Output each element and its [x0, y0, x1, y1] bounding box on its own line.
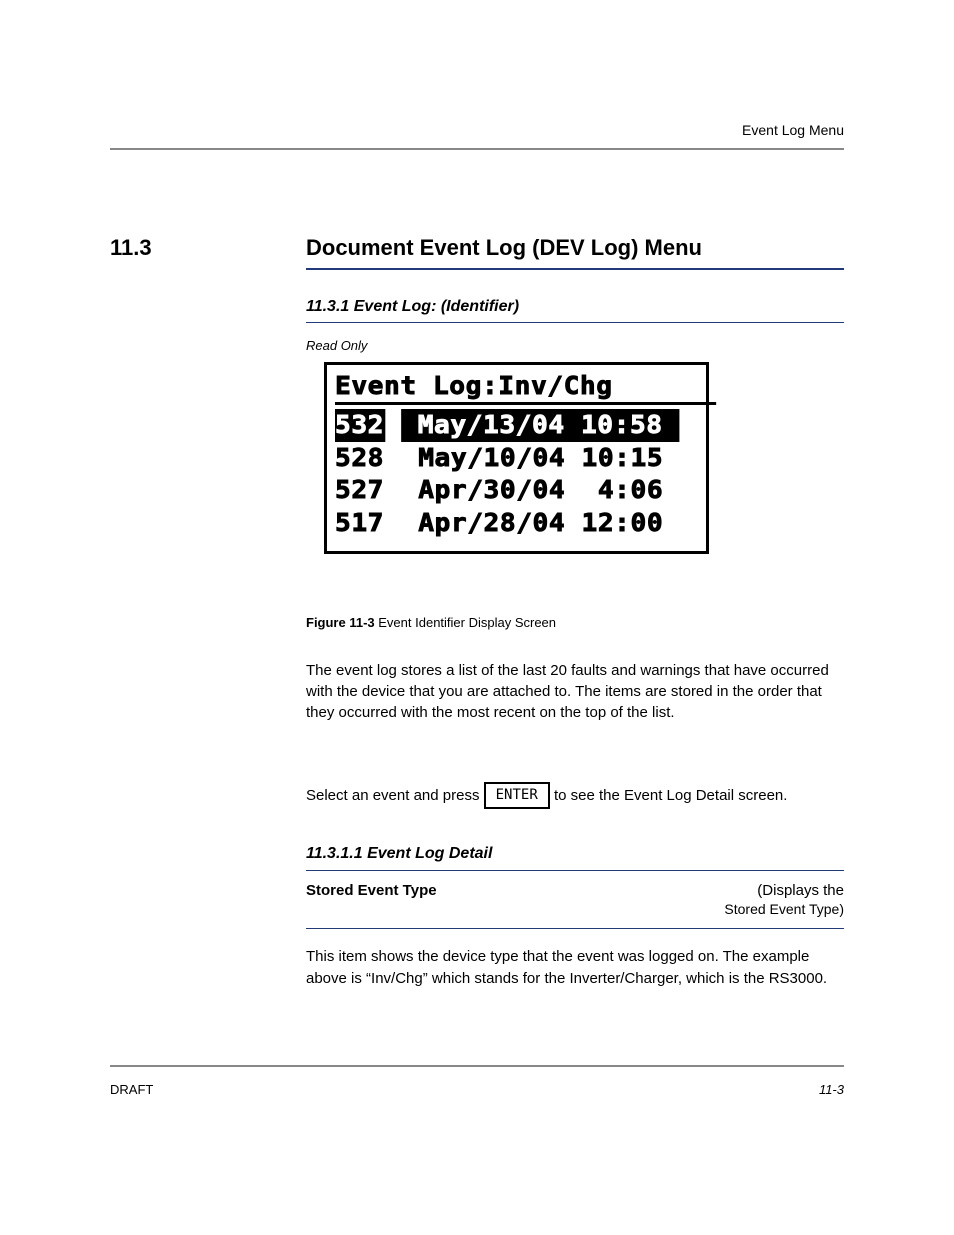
- figure-number: Figure 11-3: [306, 615, 375, 630]
- subsection2-heading: 11.3.1.1 Event Log Detail: [306, 845, 492, 863]
- event-detail-table: Stored Event Type (Displays the Stored E…: [306, 882, 844, 917]
- section-rule: [306, 268, 844, 270]
- footer-right: 11-3: [819, 1082, 844, 1097]
- lcd-row[interactable]: 532 May/13/04 10:58: [335, 409, 716, 442]
- lcd-row-text: May/13/04 10:58: [401, 409, 679, 442]
- lcd-row-id: 527: [335, 474, 386, 507]
- footer-rule: [110, 1065, 844, 1067]
- lcd-row[interactable]: 527 Apr/30/04 4:06: [335, 474, 716, 507]
- header-rule: [110, 148, 844, 150]
- section-number: 11.3: [110, 235, 152, 261]
- section-heading: Document Event Log (DEV Log) Menu: [306, 235, 702, 261]
- paragraph-2: Select an event and press ENTER to see t…: [306, 782, 844, 809]
- paragraph-3: This item shows the device type that the…: [306, 946, 844, 990]
- lcd-row[interactable]: 517 Apr/28/04 12:00: [335, 507, 716, 540]
- page-header-title: Event Log Menu: [742, 122, 844, 138]
- paragraph-2b: to see the Event Log Detail screen.: [554, 787, 787, 804]
- subsection-rule: [306, 322, 844, 323]
- lcd-screenshot: Event Log:Inv/Chg 532 May/13/04 10:58 52…: [324, 362, 709, 554]
- attrib-label: Read Only: [306, 338, 367, 353]
- subsection2-rule-top: [306, 870, 844, 871]
- lcd-row-text: May/10/04 10:15: [418, 442, 663, 475]
- figure-caption: Figure 11-3 Event Identifier Display Scr…: [306, 615, 556, 630]
- paragraph-1: The event log stores a list of the last …: [306, 660, 844, 723]
- lcd-row-id: 532: [335, 409, 386, 442]
- lcd-title: Event Log:Inv/Chg: [335, 371, 716, 405]
- table-header-right-a: (Displays the: [757, 882, 844, 899]
- subsection2-rule-bottom: [306, 928, 844, 929]
- lcd-row[interactable]: 528 May/10/04 10:15: [335, 442, 716, 475]
- enter-key[interactable]: ENTER: [484, 782, 550, 809]
- lcd-row-text: Apr/28/04 12:00: [418, 507, 663, 540]
- figure-caption-text: Event Identifier Display Screen: [378, 615, 556, 630]
- lcd-row-id: 528: [335, 442, 386, 475]
- table-header-left: Stored Event Type: [306, 882, 437, 899]
- lcd-row-text: Apr/30/04 4:06: [418, 474, 663, 507]
- footer-left: DRAFT: [110, 1082, 153, 1097]
- lcd-row-id: 517: [335, 507, 386, 540]
- table-header-right-b: Stored Event Type): [306, 901, 844, 917]
- subsection-heading: 11.3.1 Event Log: (Identifier): [306, 298, 519, 316]
- paragraph-2a: Select an event and press: [306, 787, 484, 804]
